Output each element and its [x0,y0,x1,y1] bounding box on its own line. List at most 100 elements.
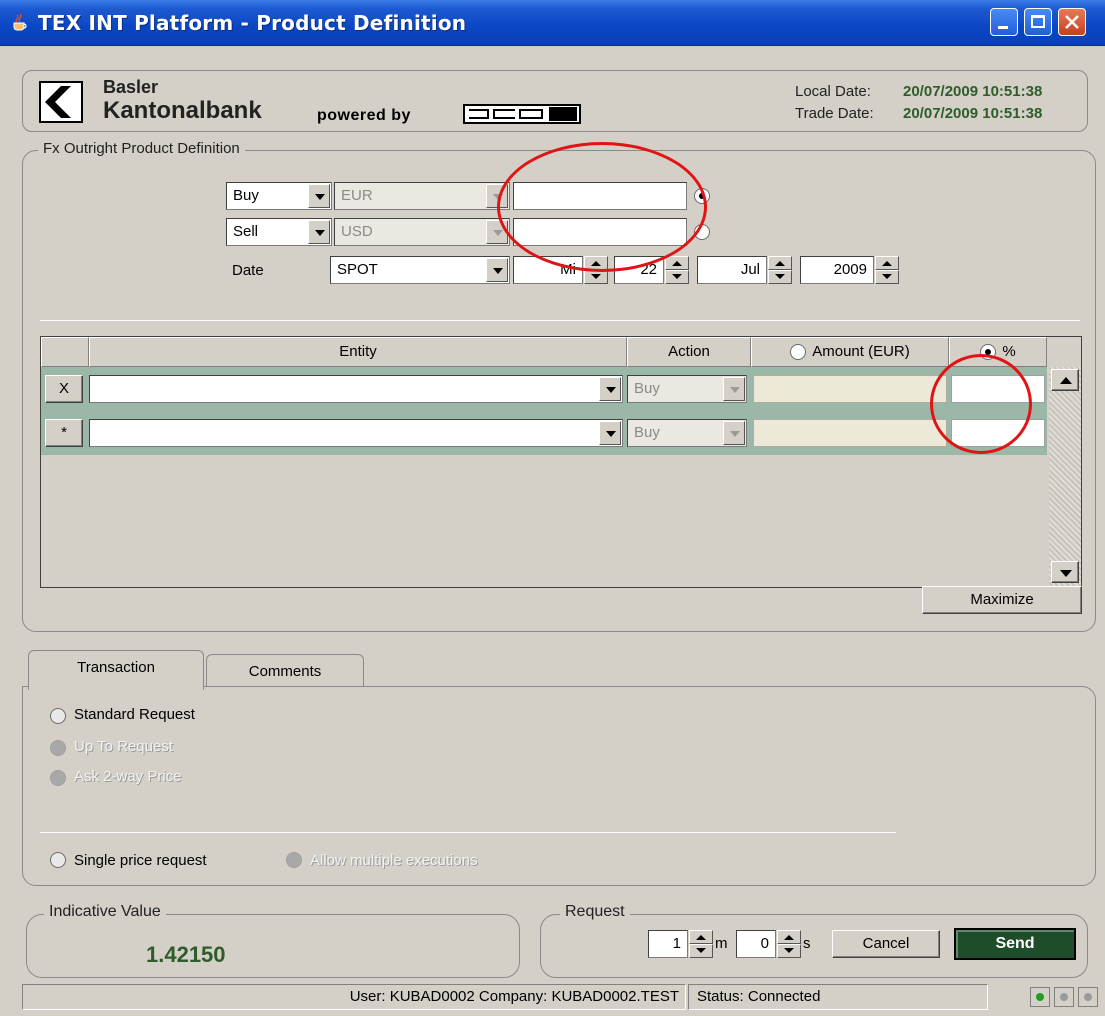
chevron-down-icon[interactable] [599,421,621,445]
bank-name-line1: Basler [103,77,159,97]
spin-down-icon[interactable] [777,944,801,958]
minutes-unit: m [715,935,728,952]
connection-status: Status: Connected [688,984,988,1010]
spin-up-icon[interactable] [875,256,899,270]
day-spinner[interactable] [665,256,689,284]
percent-column-label: % [1002,343,1016,360]
entity-select[interactable] [89,375,623,403]
spin-down-icon[interactable] [768,270,792,284]
maximize-grid-button[interactable]: Maximize [922,586,1082,614]
weekday-field[interactable]: Mi [513,256,583,284]
table-row: X Buy [41,367,1047,411]
day-field[interactable]: 22 [614,256,664,284]
entity-select[interactable] [89,419,623,447]
leg1-side-value: Buy [233,187,259,204]
indicator-icon [1054,987,1074,1007]
tenor-select[interactable]: SPOT [330,256,510,284]
spin-up-icon[interactable] [689,930,713,944]
month-spinner[interactable] [768,256,792,284]
new-row-button[interactable]: * [45,419,83,447]
single-price-label[interactable]: Single price request [74,852,207,869]
month-field[interactable]: Jul [697,256,767,284]
divider [40,832,896,833]
chevron-down-icon[interactable] [486,220,508,244]
entity-column-header[interactable]: Entity [89,337,627,367]
chevron-down-icon[interactable] [723,421,745,445]
percent-column-header[interactable]: % [949,337,1047,367]
chevron-down-icon[interactable] [599,377,621,401]
status-bar: User: KUBAD0002 Company: KUBAD0002.TEST … [22,984,1102,1010]
grid-scrollbar[interactable] [1049,367,1081,587]
arrow-up-icon [1060,377,1072,384]
title-bar[interactable]: TEX INT Platform - Product Definition [0,0,1105,46]
chevron-down-icon[interactable] [486,258,508,282]
action-select[interactable]: Buy [627,419,747,447]
maximize-button[interactable] [1024,8,1052,36]
up-to-request-radio [50,740,66,756]
send-button[interactable]: Send [954,928,1076,960]
leg2-currency-select[interactable]: USD [334,218,510,246]
branding-header: Basler Kantonalbank powered by Local Dat… [22,70,1088,132]
standard-request-label[interactable]: Standard Request [74,706,195,723]
leg1-amount-input[interactable] [513,182,687,210]
year-field[interactable]: 2009 [800,256,874,284]
close-button[interactable] [1058,8,1086,36]
spin-up-icon[interactable] [768,256,792,270]
seconds-field[interactable]: 0 [736,930,776,958]
maximize-icon [1031,15,1045,28]
leg2-side-select[interactable]: Sell [226,218,332,246]
minimize-button[interactable] [990,8,1018,36]
spin-up-icon[interactable] [777,930,801,944]
year-spinner[interactable] [875,256,899,284]
leg2-notional-radio[interactable] [694,224,710,240]
seconds-unit: s [803,935,811,952]
minutes-spinner[interactable] [689,930,713,958]
indicative-value-legend: Indicative Value [44,903,166,921]
amount-mode-radio[interactable] [790,344,807,361]
seconds-spinner[interactable] [777,930,801,958]
scroll-down-button[interactable] [1051,561,1079,583]
chevron-down-icon[interactable] [486,184,508,208]
action-column-header[interactable]: Action [627,337,751,367]
leg2-amount-input[interactable] [513,218,687,246]
spin-down-icon[interactable] [584,270,608,284]
chevron-down-icon[interactable] [308,184,330,208]
leg1-notional-radio[interactable] [694,188,710,204]
spin-down-icon[interactable] [689,944,713,958]
360t-logo-icon [463,104,581,124]
spin-down-icon[interactable] [665,270,689,284]
tab-transaction[interactable]: Transaction [28,650,204,690]
amount-cell[interactable] [753,375,947,403]
cancel-button[interactable]: Cancel [832,930,940,958]
ask-2way-label: Ask 2-way Price [74,768,182,785]
action-select[interactable]: Buy [627,375,747,403]
weekday-spinner[interactable] [584,256,608,284]
tab-comments[interactable]: Comments [206,654,364,690]
action-value: Buy [634,424,660,441]
local-date-value: 20/07/2009 10:51:38 [903,83,1043,100]
indicative-value-group [26,914,520,978]
trade-date-label: Trade Date: [795,105,874,122]
percent-mode-radio[interactable] [980,344,997,361]
single-price-radio[interactable] [50,852,66,868]
connection-indicator-icon [1030,987,1050,1007]
percent-cell[interactable] [951,375,1045,403]
chevron-down-icon[interactable] [723,377,745,401]
table-row: * Buy [41,411,1047,455]
divider [40,320,1080,321]
minutes-field[interactable]: 1 [648,930,688,958]
amount-column-header[interactable]: Amount (EUR) [751,337,949,367]
spin-up-icon[interactable] [665,256,689,270]
indicative-value: 1.42150 [146,942,226,967]
spin-down-icon[interactable] [875,270,899,284]
scroll-up-button[interactable] [1051,369,1079,391]
percent-cell[interactable] [951,419,1045,447]
spin-up-icon[interactable] [584,256,608,270]
local-date-label: Local Date: [795,83,871,100]
amount-cell[interactable] [753,419,947,447]
chevron-down-icon[interactable] [308,220,330,244]
standard-request-radio[interactable] [50,708,66,724]
remove-row-button[interactable]: X [45,375,83,403]
leg1-side-select[interactable]: Buy [226,182,332,210]
leg1-currency-select[interactable]: EUR [334,182,510,210]
